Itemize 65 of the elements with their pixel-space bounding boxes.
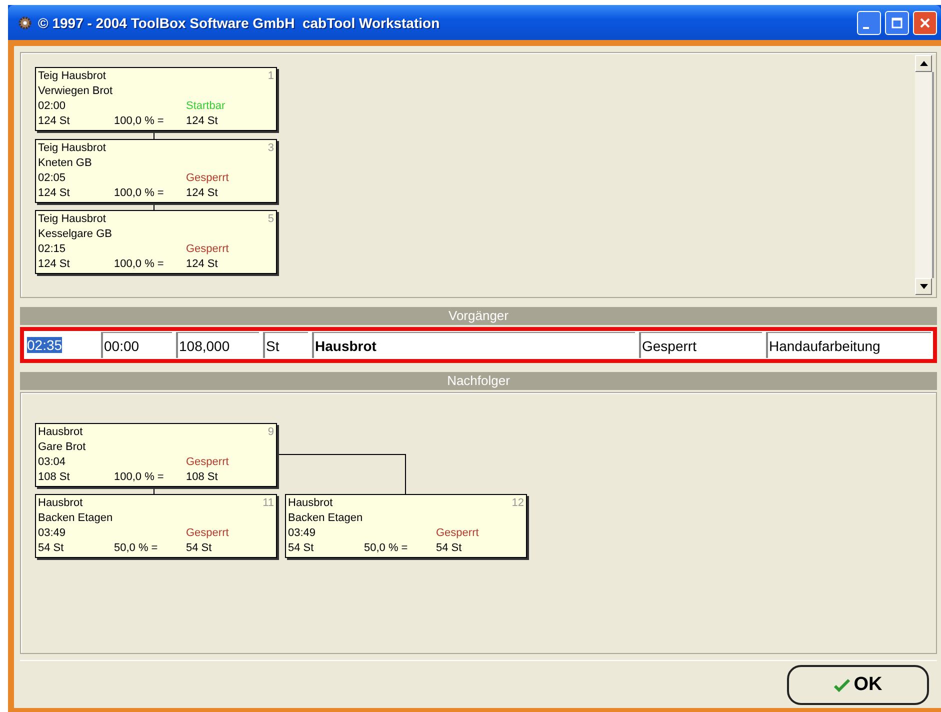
time-label: 02:15 <box>38 242 66 257</box>
product-name: Hausbrot <box>38 425 83 440</box>
scroll-down-button[interactable] <box>915 278 932 295</box>
status-label: Gesperrt <box>186 526 229 541</box>
step-name: Kesselgare GB <box>38 227 112 242</box>
time-label: 03:49 <box>288 526 316 541</box>
input-field[interactable]: St <box>263 332 308 358</box>
result-label: 54 St <box>186 541 212 556</box>
step-name: Backen Etagen <box>38 511 113 526</box>
time-label: 03:04 <box>38 455 66 470</box>
down-arrow-icon <box>920 284 928 289</box>
quantity-label: 124 St <box>38 186 71 201</box>
status-label: Gesperrt <box>436 526 479 541</box>
up-arrow-icon <box>920 61 928 66</box>
result-label: 124 St <box>186 257 218 272</box>
task-number: 9 <box>268 425 274 440</box>
step-name: Backen Etagen <box>288 511 363 526</box>
section-header: Nachfolger <box>20 372 937 390</box>
product-name: Teig Hausbrot <box>38 141 106 156</box>
minimize-button[interactable] <box>857 10 881 34</box>
section-header: Vorgänger <box>20 307 937 325</box>
input-field[interactable]: 108,000 <box>176 332 259 358</box>
result-label: 124 St <box>186 186 218 201</box>
task-number: 11 <box>262 496 274 511</box>
quantity-label: 124 St <box>38 257 71 272</box>
checkmark-icon <box>834 678 850 692</box>
result-label: 108 St <box>186 470 218 485</box>
ok-button[interactable]: OK <box>787 664 929 704</box>
input-field[interactable]: Gesperrt <box>639 332 762 358</box>
maximize-icon <box>891 16 903 28</box>
scroll-up-button[interactable] <box>915 55 932 72</box>
gear-icon <box>18 16 32 30</box>
status-label: Gesperrt <box>186 455 229 470</box>
product-name: Teig Hausbrot <box>38 69 106 84</box>
product-name: Teig Hausbrot <box>38 212 106 227</box>
input-field[interactable]: Handaufarbeitung <box>766 332 931 358</box>
quantity-label: 54 St <box>38 541 65 556</box>
close-button[interactable] <box>913 10 937 34</box>
time-label: 03:49 <box>38 526 66 541</box>
quantity-label: 108 St <box>38 470 71 485</box>
task-number: 1 <box>268 69 274 84</box>
scrollbar[interactable] <box>915 53 936 297</box>
status-label: Startbar <box>186 99 226 114</box>
product-name: Hausbrot <box>288 496 333 511</box>
step-name: Verwiegen Brot <box>38 84 113 99</box>
time-label: 02:05 <box>38 171 66 186</box>
maximize-button[interactable] <box>885 10 909 34</box>
time-label: 02:00 <box>38 99 66 114</box>
input-field[interactable]: 00:00 <box>101 332 172 358</box>
task-number: 12 <box>512 496 524 511</box>
close-icon <box>919 16 931 28</box>
step-name: Kneten GB <box>38 156 92 171</box>
result-label: 54 St <box>436 541 462 556</box>
status-label: Gesperrt <box>186 171 229 186</box>
task-number: 5 <box>268 212 274 227</box>
quantity-label: 124 St <box>38 114 71 129</box>
product-name: Hausbrot <box>38 496 83 511</box>
step-name: Gare Brot <box>38 440 86 455</box>
window-title: © 1997 - 2004 ToolBox Software GmbH cabTool Workstation <box>38 14 441 30</box>
status-label: Gesperrt <box>186 242 229 257</box>
task-number: 3 <box>268 141 274 156</box>
input-field[interactable]: Hausbrot <box>312 332 635 358</box>
result-label: 124 St <box>186 114 218 129</box>
minimize-icon <box>863 26 869 28</box>
quantity-label: 54 St <box>288 541 315 556</box>
